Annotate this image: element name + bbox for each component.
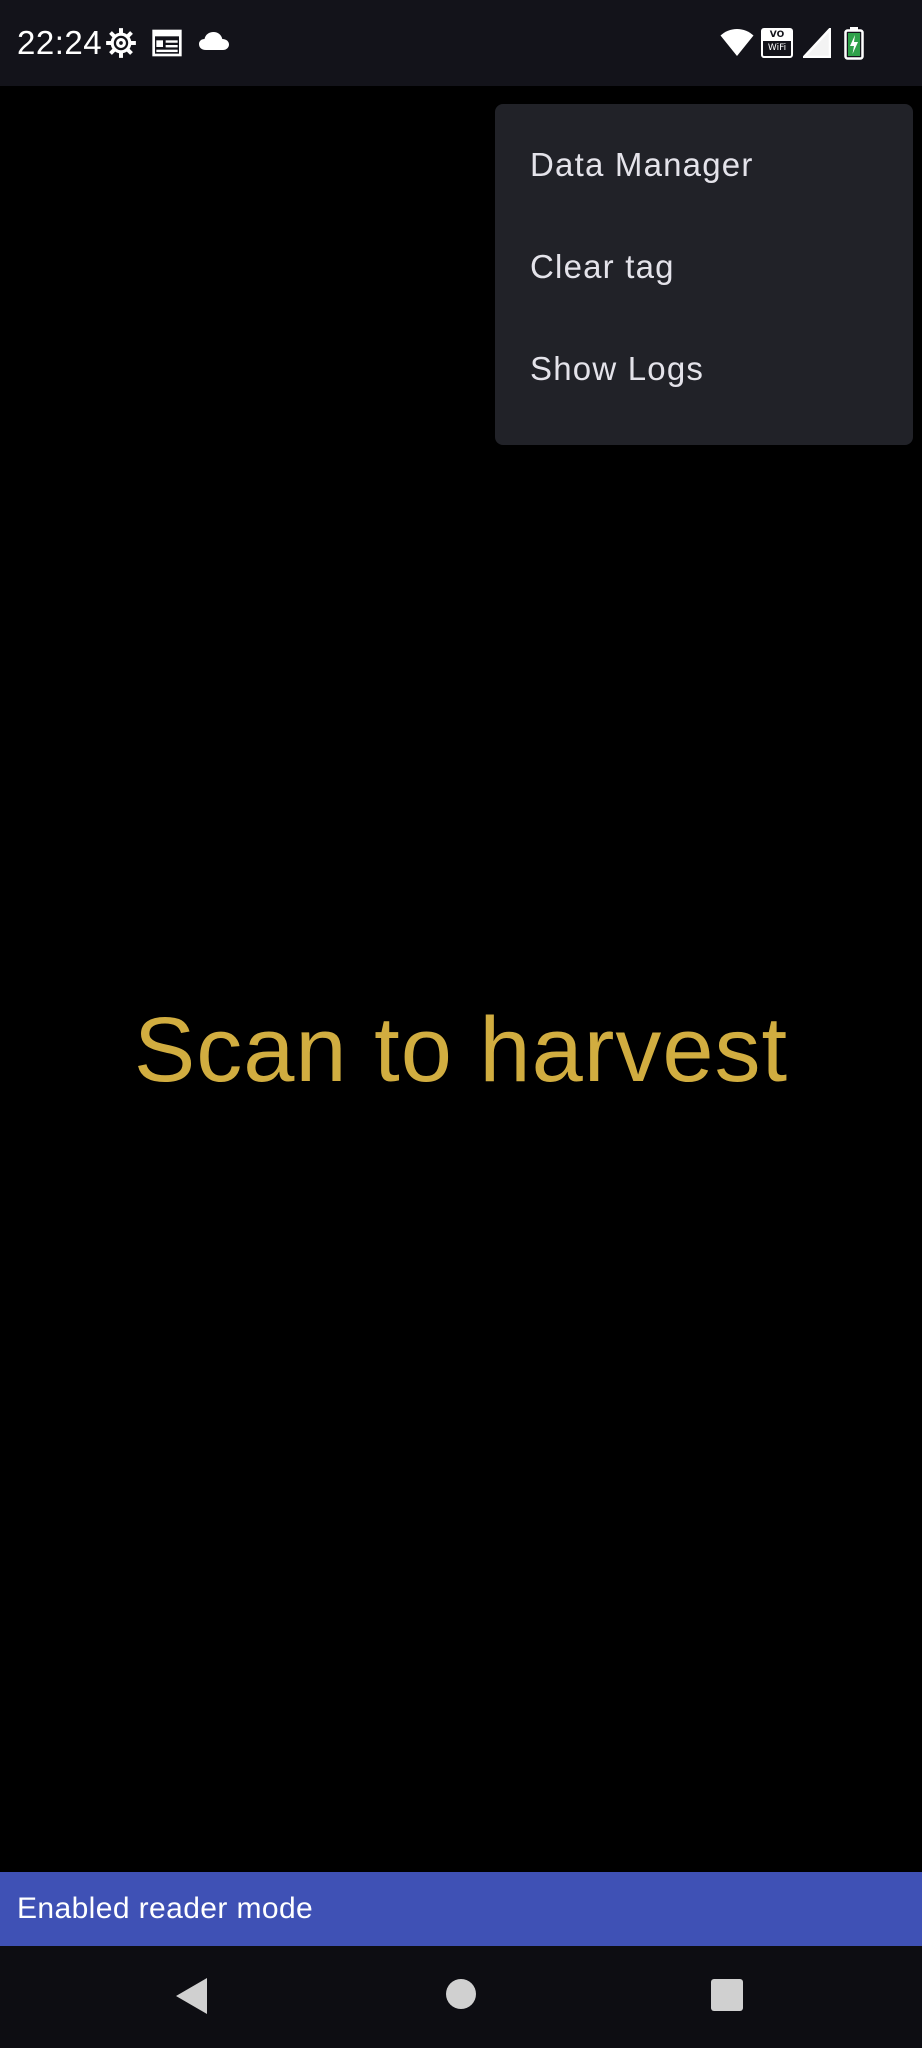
home-icon[interactable] <box>445 1978 477 2010</box>
app-screen: 22:24 VO WiFi Data Manager Clear tag Sho… <box>0 0 922 2048</box>
menu-item-label: Show Logs <box>530 350 705 387</box>
battery-charging-icon <box>844 27 864 60</box>
snackbar: Enabled reader mode <box>0 1872 922 1946</box>
navigation-bar <box>0 1946 922 2048</box>
menu-item-label: Data Manager <box>530 146 754 183</box>
calendar-icon <box>152 29 182 57</box>
back-icon[interactable] <box>174 1976 210 2016</box>
scan-prompt: Scan to harvest <box>133 999 789 1101</box>
cloud-icon <box>199 32 229 50</box>
menu-item-data-manager[interactable]: Data Manager <box>495 114 913 216</box>
overflow-menu: Data Manager Clear tag Show Logs <box>495 104 913 445</box>
status-bar: 22:24 VO WiFi <box>0 0 922 86</box>
status-time: 22:24 <box>17 24 103 61</box>
snackbar-message: Enabled reader mode <box>17 1892 314 1925</box>
settings-gear-icon <box>106 28 136 58</box>
wifi-icon <box>720 29 754 56</box>
menu-item-label: Clear tag <box>530 248 675 285</box>
menu-item-clear-tag[interactable]: Clear tag <box>495 216 913 318</box>
cell-signal-icon <box>803 28 831 58</box>
menu-item-show-logs[interactable]: Show Logs <box>495 318 913 420</box>
recents-icon[interactable] <box>710 1978 744 2012</box>
vowifi-icon: VO WiFi <box>761 28 793 58</box>
